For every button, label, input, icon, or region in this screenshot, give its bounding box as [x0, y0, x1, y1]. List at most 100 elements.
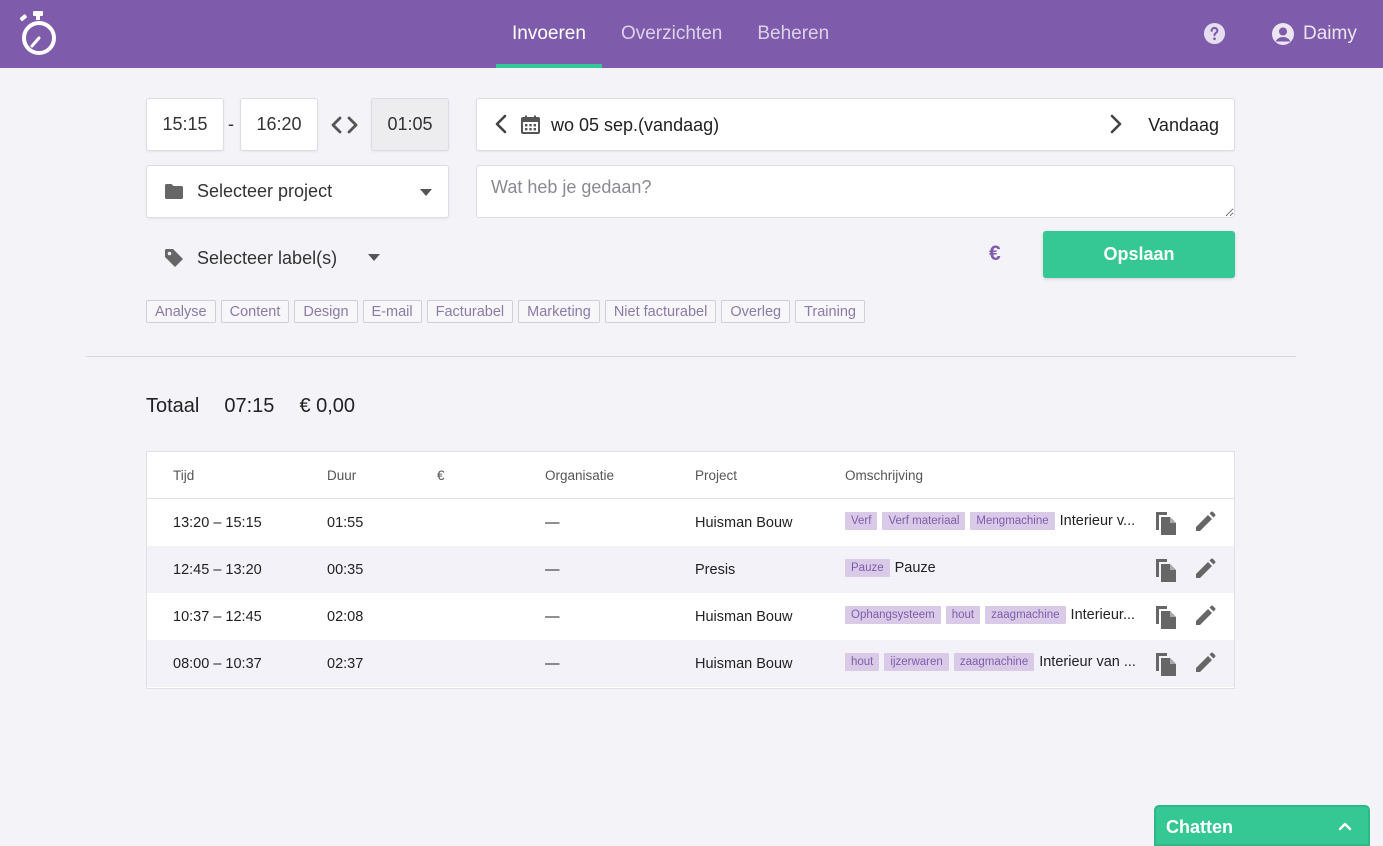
column-header-description: Omschrijving: [845, 468, 924, 483]
project-select[interactable]: Selecteer project: [146, 165, 449, 218]
start-time-input[interactable]: [147, 114, 223, 135]
row-description: Ophangsysteem hout zaagmachine Interieur…: [845, 606, 1145, 624]
row-organization: —: [545, 515, 560, 531]
chevron-up-icon: [1338, 822, 1352, 831]
user-menu[interactable]: Daimy: [1271, 21, 1357, 47]
row-tag: hout: [945, 606, 981, 624]
tag-icon: [165, 249, 183, 267]
time-separator: -: [228, 114, 234, 134]
row-tag: Mengmachine: [970, 512, 1055, 530]
row-time: 12:45 – 13:20: [173, 562, 262, 578]
copy-icon[interactable]: [1154, 604, 1178, 630]
edit-icon[interactable]: [1194, 558, 1216, 580]
row-description-text: Interieur v...: [1059, 513, 1136, 529]
column-header-project: Project: [695, 468, 738, 483]
table-header: Tijd Duur € Organisatie Project Omschrij…: [147, 452, 1234, 499]
nav-tab-beheren[interactable]: Beheren: [741, 0, 845, 68]
column-header-amount: €: [437, 468, 445, 483]
row-description-text: Pauze: [894, 560, 936, 576]
edit-icon[interactable]: [1194, 652, 1216, 674]
row-organization: —: [545, 609, 560, 625]
label-caret-down-icon: [368, 254, 380, 261]
row-project: Huisman Bouw: [695, 656, 793, 672]
chat-widget-button[interactable]: Chatten: [1154, 805, 1370, 846]
save-button[interactable]: Opslaan: [1043, 231, 1235, 278]
row-description: Verf Verf materiaal Mengmachine Interieu…: [845, 512, 1145, 530]
row-duration: 02:08: [327, 609, 364, 625]
description-input[interactable]: [476, 165, 1235, 218]
label-chip[interactable]: Niet facturabel: [604, 300, 717, 323]
billable-euro-toggle[interactable]: €: [989, 242, 1001, 266]
end-time-field[interactable]: [240, 98, 318, 151]
row-description-text: Interieur van ...: [1039, 654, 1136, 670]
totals-time: 07:15: [224, 395, 275, 417]
previous-day-chevron-icon[interactable]: [494, 112, 508, 136]
help-icon[interactable]: [1203, 22, 1226, 45]
duration-value: 01:05: [387, 114, 433, 134]
label-chip[interactable]: Overleg: [721, 300, 791, 323]
next-day-chevron-icon[interactable]: [1109, 112, 1123, 136]
row-organization: —: [545, 656, 560, 672]
row-tag: ijzerwaren: [884, 653, 949, 671]
totals-amount: € 0,00: [299, 395, 356, 417]
label-chip[interactable]: Marketing: [518, 300, 600, 323]
chat-label: Chatten: [1166, 817, 1233, 837]
current-date[interactable]: wo 05 sep.(vandaag): [551, 115, 719, 136]
duration-field[interactable]: 01:05: [371, 98, 449, 151]
label-chip[interactable]: Analyse: [146, 300, 216, 323]
copy-icon[interactable]: [1154, 510, 1178, 536]
edit-icon[interactable]: [1194, 605, 1216, 627]
label-chip[interactable]: E-mail: [362, 300, 422, 323]
main-nav: Invoeren Overzichten Beheren: [496, 0, 845, 68]
totals-summary: Totaal 07:15 € 0,00: [146, 395, 380, 418]
table-row[interactable]: 10:37 – 12:45 02:08 — Huisman Bouw Ophan…: [147, 593, 1234, 640]
row-project: Huisman Bouw: [695, 515, 793, 531]
row-project: Huisman Bouw: [695, 609, 793, 625]
row-project: Presis: [695, 562, 736, 578]
end-time-input[interactable]: [241, 114, 317, 135]
nav-tab-invoeren[interactable]: Invoeren: [496, 0, 602, 68]
table-row[interactable]: 08:00 – 10:37 02:37 — Huisman Bouw hout …: [147, 640, 1234, 687]
row-duration: 00:35: [327, 562, 364, 578]
date-selector: wo 05 sep.(vandaag) Vandaag: [476, 98, 1235, 151]
column-header-duration: Duur: [327, 468, 357, 483]
copy-icon[interactable]: [1154, 651, 1178, 677]
swap-icon[interactable]: [331, 113, 358, 137]
row-description-text: Interieur...: [1070, 607, 1136, 623]
row-duration: 02:37: [327, 656, 364, 672]
section-divider: [86, 356, 1296, 357]
column-header-organization: Organisatie: [545, 468, 615, 483]
table-row[interactable]: 12:45 – 13:20 00:35 — Presis Pauze Pauze: [147, 546, 1234, 593]
project-select-placeholder: Selecteer project: [197, 181, 333, 201]
row-tag: Ophangsysteem: [845, 606, 941, 624]
label-select[interactable]: Selecteer label(s): [146, 238, 446, 278]
user-icon: [1272, 23, 1294, 45]
row-tag: zaagmachine: [953, 653, 1035, 671]
copy-icon[interactable]: [1154, 557, 1178, 583]
row-organization: —: [545, 562, 560, 578]
nav-tab-overzichten[interactable]: Overzichten: [605, 0, 738, 68]
label-chip[interactable]: Design: [294, 300, 358, 323]
user-name: Daimy: [1303, 23, 1357, 44]
label-chip[interactable]: Training: [795, 300, 865, 323]
row-description: Pauze Pauze: [845, 559, 1145, 577]
label-chip[interactable]: Facturabel: [426, 300, 514, 323]
row-tag: hout: [845, 653, 880, 671]
row-time: 08:00 – 10:37: [173, 656, 262, 672]
today-button[interactable]: Vandaag: [1148, 115, 1219, 136]
label-select-placeholder: Selecteer label(s): [197, 248, 338, 268]
project-caret-down-icon: [420, 189, 432, 196]
top-navigation-bar: Invoeren Overzichten Beheren Daimy: [0, 0, 1383, 68]
calendar-icon[interactable]: [521, 115, 540, 134]
label-chip[interactable]: Content: [220, 300, 290, 323]
row-tag: Verf materiaal: [882, 512, 966, 530]
start-time-field[interactable]: [146, 98, 224, 151]
folder-icon: [165, 184, 183, 199]
row-time: 10:37 – 12:45: [173, 609, 262, 625]
row-description: hout ijzerwaren zaagmachine Interieur va…: [845, 653, 1145, 671]
row-duration: 01:55: [327, 515, 364, 531]
row-tag: zaagmachine: [985, 606, 1066, 624]
table-row[interactable]: 13:20 – 15:15 01:55 — Huisman Bouw Verf …: [147, 499, 1234, 546]
edit-icon[interactable]: [1194, 511, 1216, 533]
stopwatch-logo-icon[interactable]: [18, 10, 58, 56]
